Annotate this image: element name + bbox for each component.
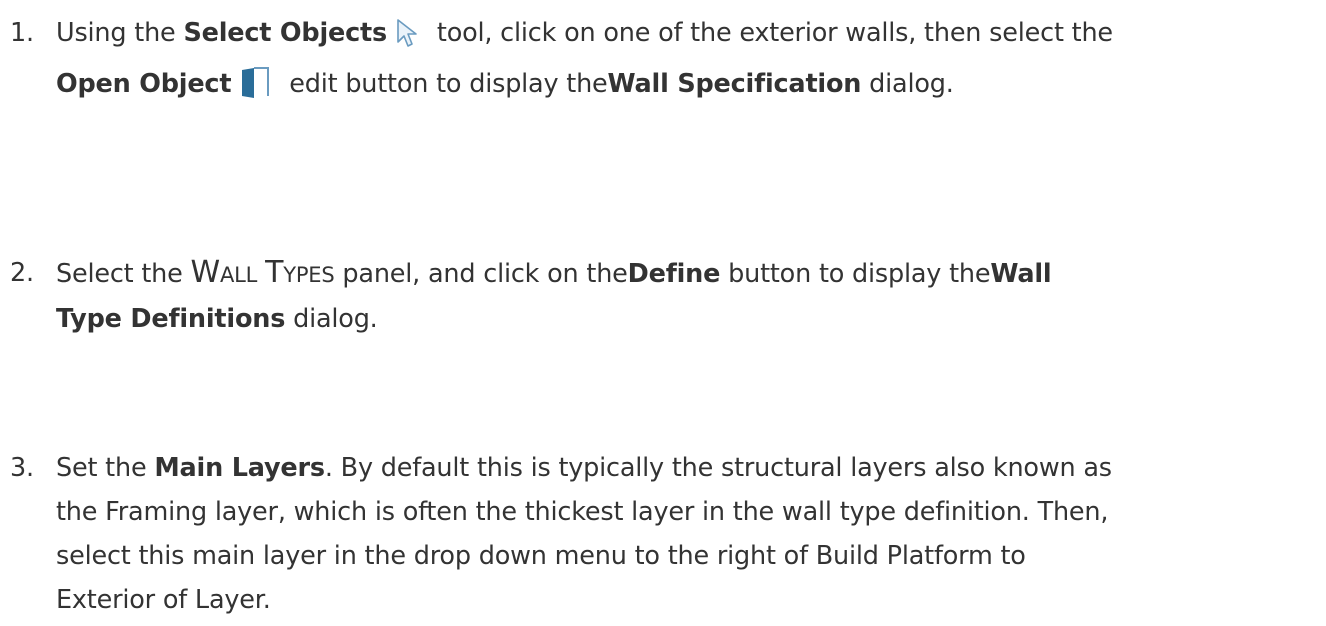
step-number: 2. xyxy=(10,258,34,288)
main-layers-label: Main Layers xyxy=(154,453,325,483)
wall-type-definitions-label: Type Definitions xyxy=(56,304,286,334)
define-label: Define xyxy=(627,259,721,289)
step-1: 1. Using the Select Objects tool, click … xyxy=(10,11,1310,113)
step-line: Set the Main Layers. By default this is … xyxy=(56,453,1112,483)
step-line: select this main layer in the drop down … xyxy=(56,541,1026,571)
select-objects-label: Select Objects xyxy=(183,18,387,48)
open-object-label: Open Object xyxy=(56,69,232,99)
step-line: Select the WALL TYPES panel, and click o… xyxy=(56,255,1052,290)
step-number: 3. xyxy=(10,453,34,483)
step-line: the Framing layer, which is often the th… xyxy=(56,497,1109,527)
step-line: Exterior of Layer. xyxy=(56,585,271,615)
step-line: Type Definitions dialog. xyxy=(56,304,378,334)
step-line: Open Object edit button to display theWa… xyxy=(56,62,1310,113)
step-3: 3. Set the Main Layers. By default this … xyxy=(10,446,1310,622)
step-2: 2. Select the WALL TYPES panel, and clic… xyxy=(10,251,1310,341)
select-objects-arrow-icon xyxy=(395,18,421,62)
step-line: Using the Select Objects tool, click on … xyxy=(56,11,1310,62)
step-text: Select the WALL TYPES panel, and click o… xyxy=(56,251,1310,341)
wall-specification-label: Wall Specification xyxy=(607,69,862,99)
wall-types-panel-name: WALL TYPES xyxy=(190,255,335,290)
step-text: Set the Main Layers. By default this is … xyxy=(56,446,1310,622)
open-object-door-icon xyxy=(239,67,273,113)
step-text: Using the Select Objects tool, click on … xyxy=(56,11,1310,113)
step-number: 1. xyxy=(10,18,34,48)
